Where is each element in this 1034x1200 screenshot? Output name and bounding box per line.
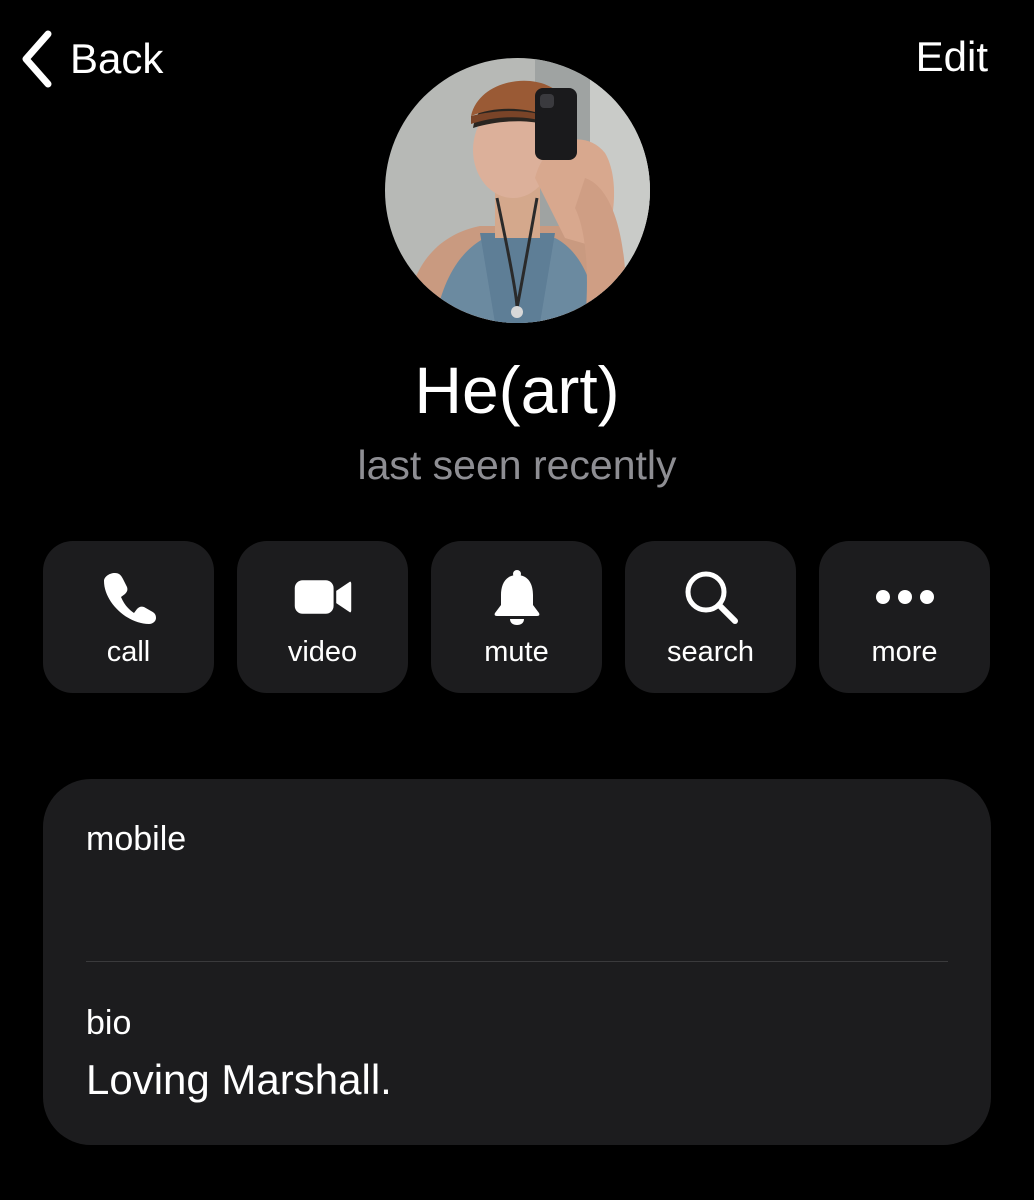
- back-button[interactable]: Back: [18, 28, 163, 90]
- edit-button[interactable]: Edit: [916, 36, 988, 78]
- mute-button[interactable]: mute: [431, 541, 602, 693]
- avatar-photo: [385, 58, 650, 323]
- mobile-label: mobile: [86, 820, 187, 858]
- search-button[interactable]: search: [625, 541, 796, 693]
- back-label: Back: [70, 35, 164, 82]
- search-label: search: [666, 636, 755, 668]
- more-button[interactable]: more: [819, 541, 990, 693]
- chevron-left-icon: [22, 30, 52, 88]
- avatar[interactable]: [385, 58, 650, 323]
- video-button[interactable]: video: [237, 541, 408, 693]
- ellipsis-icon: [875, 569, 935, 625]
- more-label: more: [871, 636, 938, 668]
- call-label: call: [106, 636, 151, 668]
- last-seen-status: last seen recently: [357, 442, 677, 488]
- divider: [86, 961, 948, 962]
- bell-icon: [487, 569, 547, 625]
- call-button[interactable]: call: [43, 541, 214, 693]
- bio-value: Loving Marshall.: [86, 1056, 392, 1103]
- phone-icon: [99, 569, 159, 625]
- mute-label: mute: [484, 636, 549, 668]
- video-camera-icon: [293, 569, 353, 625]
- action-bar: call video mute search more: [43, 541, 990, 693]
- info-card: mobile bio Loving Marshall.: [43, 779, 991, 1145]
- bio-label: bio: [86, 1004, 132, 1042]
- magnifier-icon: [681, 569, 741, 625]
- video-label: video: [287, 636, 358, 668]
- profile-name: He(art): [414, 353, 620, 427]
